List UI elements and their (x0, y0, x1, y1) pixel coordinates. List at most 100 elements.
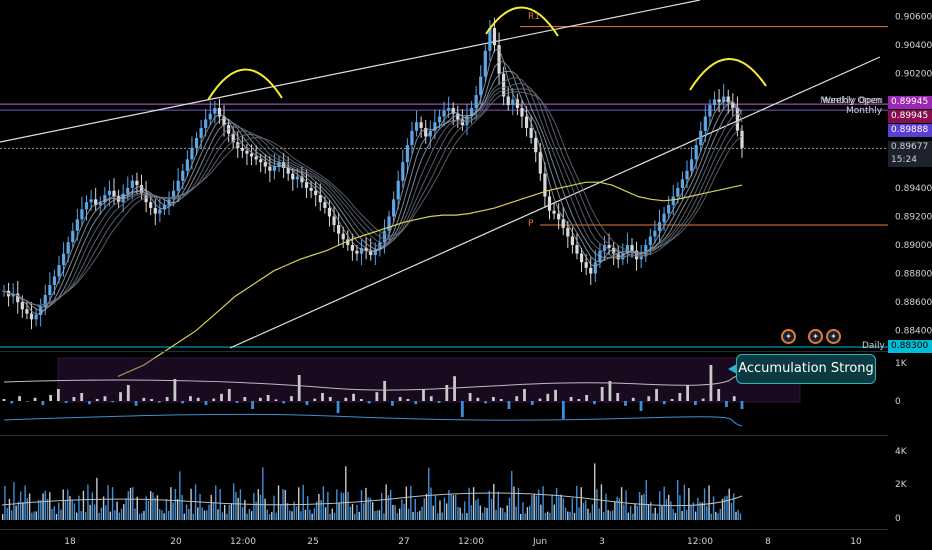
time-tick-label: 12:00 (687, 537, 713, 547)
countdown-tag: 15:24 (888, 154, 932, 167)
volume-bar (114, 510, 116, 520)
candle-body (648, 236, 652, 246)
volume-bar (105, 505, 107, 520)
time-tick-label: 10 (850, 537, 862, 547)
volume-bar (167, 510, 170, 520)
volume-bar (582, 503, 585, 520)
oscillator-bar (398, 397, 402, 401)
volume-bar (333, 512, 336, 520)
price-tick-label: 0.88600 (895, 298, 932, 308)
volume-bar (125, 498, 127, 520)
oscillator-bar (631, 397, 635, 401)
price-tick-label: 0.90200 (895, 70, 932, 80)
oscillator-bar (196, 397, 200, 401)
candle-body (447, 107, 451, 111)
volume-bar (688, 487, 690, 520)
pane-separator[interactable] (0, 351, 888, 352)
daily-price-tag[interactable]: 0.88300 (888, 340, 932, 353)
oscillator-bar (725, 401, 728, 407)
volume-bar (338, 503, 340, 520)
chart-canvas[interactable]: 0.906000.904000.902000.900000.898000.896… (0, 0, 932, 550)
volume-bar (4, 485, 6, 520)
oscillator-bar (157, 401, 161, 403)
volume-bar (150, 491, 152, 520)
volume-bar (526, 507, 529, 520)
volume-bar (401, 499, 403, 520)
candle-body (318, 195, 322, 203)
volume-bar (156, 495, 159, 520)
weekly-open-price-tag[interactable]: 0.89945 (888, 96, 932, 109)
candle-body (135, 180, 139, 186)
price-tick-label: 0.88400 (895, 327, 932, 337)
volume-bar (670, 501, 672, 520)
volume-bar (589, 512, 591, 520)
volume-bar (528, 505, 531, 520)
pane-separator[interactable] (0, 435, 888, 436)
volume-bar (641, 495, 643, 520)
volume-bar (576, 485, 578, 520)
volume-bar (432, 505, 434, 520)
oscillator-bar (375, 392, 379, 401)
volume-bar (477, 498, 479, 520)
volume-bar (629, 505, 632, 520)
oscillator-bar (235, 401, 239, 403)
volume-bar (598, 508, 600, 520)
event-flag-icon[interactable]: ✦ (808, 329, 823, 344)
oscillator-bar (25, 401, 29, 402)
volume-bar (158, 509, 161, 520)
event-flag-icon[interactable]: ✦ (781, 329, 796, 344)
daily-label: Daily (862, 341, 885, 351)
volume-tick-label: 2K (895, 480, 908, 490)
candle-body (350, 245, 354, 251)
volume-bar (100, 507, 103, 520)
candle-body (263, 162, 267, 167)
monthly-price-tag[interactable]: 0.89945 (888, 110, 932, 123)
volume-bar (499, 507, 502, 520)
current-price-tag[interactable]: 0.89677 (888, 141, 932, 154)
volume-bar (306, 496, 309, 520)
volume-bar (706, 505, 708, 520)
volume-bar (564, 507, 567, 520)
volume-bar (611, 510, 614, 520)
last-price-tag[interactable]: 0.89888 (888, 124, 932, 137)
volume-bar (437, 513, 439, 520)
volume-bar (488, 490, 491, 520)
time-tick-label: 25 (307, 537, 318, 547)
upper-trendline (0, 0, 701, 143)
candle-body (34, 315, 38, 320)
volume-bar (672, 508, 674, 520)
volume-bar (212, 502, 215, 520)
volume-bar (724, 496, 726, 520)
event-flag-icon[interactable]: ✦ (826, 329, 841, 344)
volume-bar (504, 512, 506, 520)
volume-bar (486, 507, 488, 520)
oscillator-bar (561, 401, 565, 419)
candle-body (158, 209, 162, 214)
oscillator-bar (142, 397, 146, 401)
volume-bar (141, 512, 143, 520)
volume-bar (479, 505, 482, 520)
price-tick-label: 0.89200 (895, 212, 932, 222)
volume-bar (607, 509, 609, 520)
volume-bar (347, 491, 349, 520)
volume-bar (567, 511, 569, 520)
volume-bar (271, 512, 273, 520)
candle-body (66, 242, 70, 254)
oscillator-bar (251, 401, 254, 409)
candle-body (456, 113, 460, 120)
candle-body (20, 302, 24, 310)
volume-bar (643, 493, 645, 520)
volume-bar (443, 497, 446, 520)
volume-bar (524, 513, 526, 520)
oscillator-bar (266, 395, 270, 401)
candle-body (538, 152, 542, 174)
oscillator-bar (422, 389, 425, 401)
candle-body (607, 245, 611, 248)
volume-bar (134, 508, 136, 520)
candle-body (561, 219, 565, 228)
volume-bar (76, 512, 78, 520)
volume-bar (461, 513, 464, 520)
oscillator-bar (119, 392, 122, 401)
volume-bar (472, 487, 475, 520)
volume-bar (540, 504, 542, 520)
